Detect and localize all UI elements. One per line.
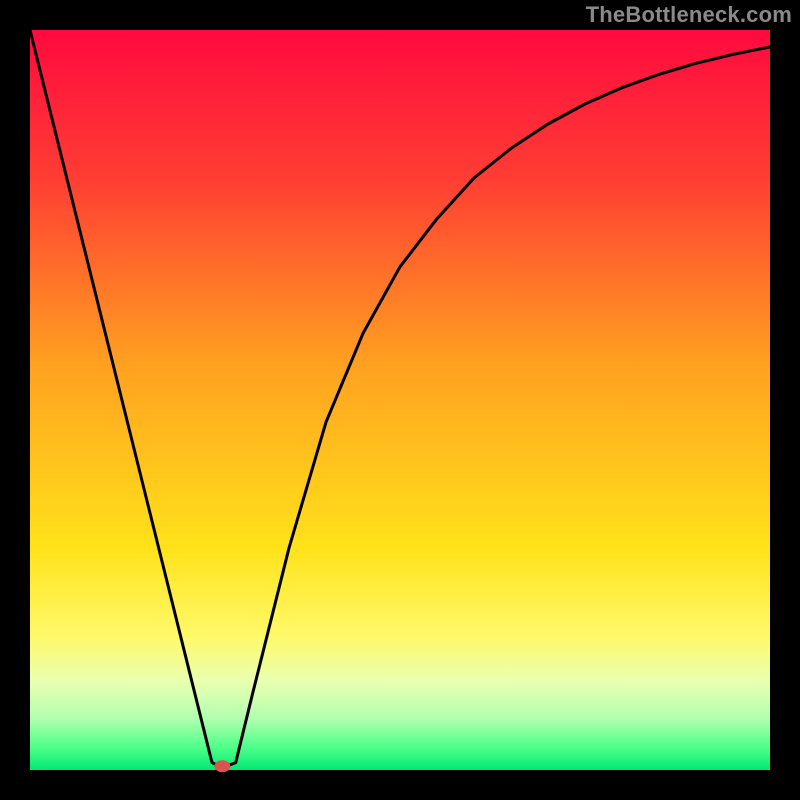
- bottleneck-chart: [0, 0, 800, 800]
- optimal-marker: [214, 760, 230, 772]
- plot-background: [30, 30, 770, 770]
- chart-frame: { "watermark": "TheBottleneck.com", "cha…: [0, 0, 800, 800]
